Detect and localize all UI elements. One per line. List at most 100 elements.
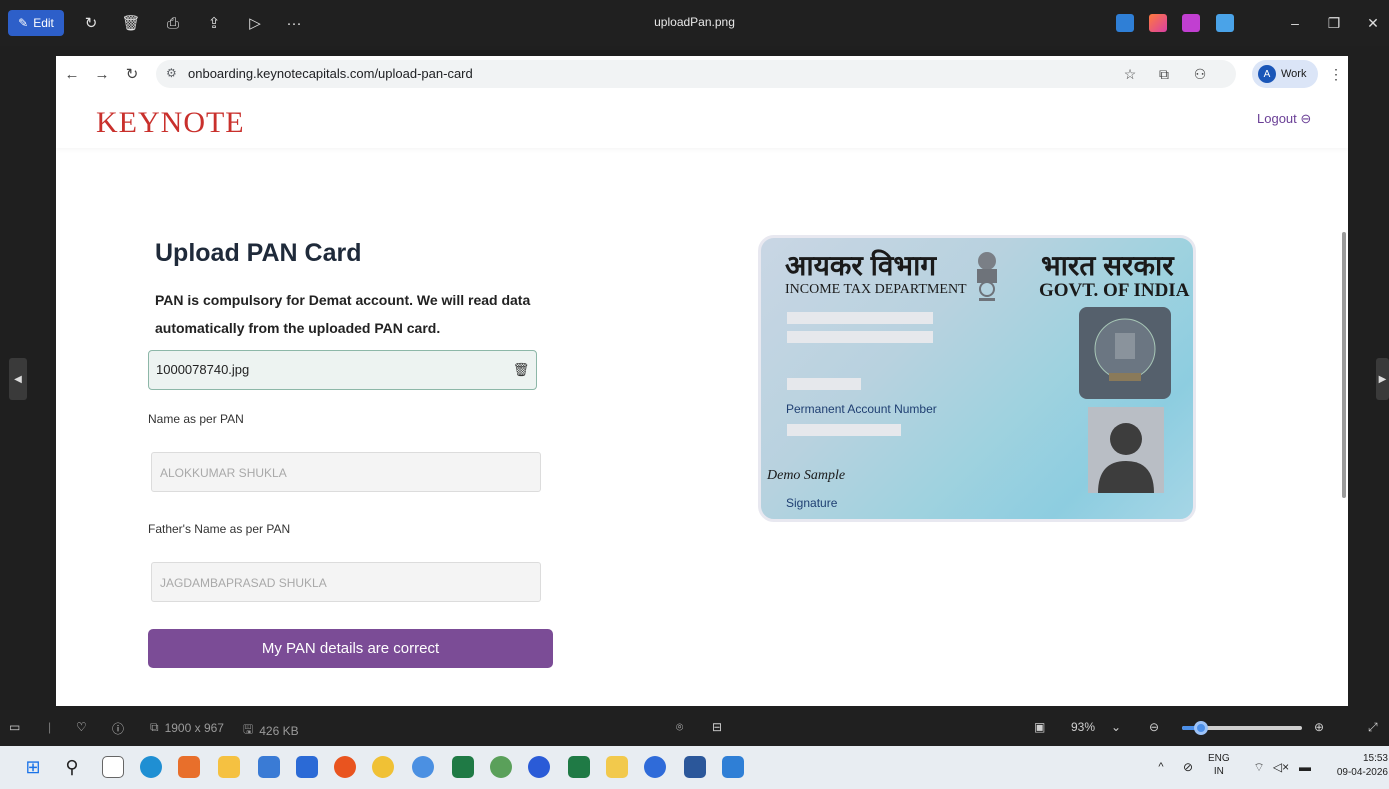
- zoom-dropdown[interactable]: 93% ⌄: [1071, 720, 1121, 734]
- store-icon[interactable]: [296, 756, 318, 778]
- photos-app-bar: ✎ Edit ↻ 🗑 ⎙ ⇪ ▷ ··· uploadPan.png – ❐ ✕: [0, 0, 1389, 46]
- excel-icon[interactable]: [452, 756, 474, 778]
- visual-search-icon[interactable]: ⌾: [676, 720, 683, 735]
- zoom-value: 93%: [1071, 720, 1096, 734]
- onedrive-icon[interactable]: [1216, 14, 1234, 32]
- app-icon-5[interactable]: [644, 756, 666, 778]
- app-icon-3[interactable]: [528, 756, 550, 778]
- site-info-icon[interactable]: ⚙: [166, 66, 177, 80]
- photos-taskbar-icon[interactable]: [722, 756, 744, 778]
- zoom-slider-thumb[interactable]: [1194, 721, 1209, 735]
- zoom-out-icon[interactable]: ⊖: [1149, 720, 1159, 734]
- clipchamp-icon[interactable]: [1182, 14, 1200, 32]
- firefox-icon[interactable]: [334, 756, 356, 778]
- page-title: Upload PAN Card: [155, 239, 362, 267]
- logout-link[interactable]: Logout ⊖: [1257, 111, 1311, 127]
- clock[interactable]: 15:53 09-04-2026: [1330, 752, 1388, 780]
- photo-placeholder: [1088, 407, 1164, 493]
- clock-date: 09-04-2026: [1336, 767, 1388, 778]
- rotate-icon[interactable]: ↻: [80, 12, 102, 34]
- confirm-pan-button[interactable]: My PAN details are correct: [148, 629, 553, 668]
- address-bar[interactable]: ⚙ onboarding.keynotecapitals.com/upload-…: [156, 60, 1236, 88]
- logout-label: Logout: [1257, 111, 1297, 126]
- info-icon[interactable]: ⓘ: [112, 720, 124, 737]
- hologram-emblem-icon: [1094, 318, 1156, 381]
- divider: |: [48, 720, 52, 734]
- battery-icon[interactable]: ▬: [1294, 756, 1316, 778]
- minimize-icon[interactable]: –: [1283, 12, 1307, 34]
- edit-button[interactable]: ✎ Edit: [8, 10, 64, 36]
- back-icon[interactable]: ←: [62, 64, 82, 84]
- image-dimensions: ⧉ 1900 x 967: [150, 720, 224, 735]
- pan-card-preview: आयकर विभाग INCOME TAX DEPARTMENT भारत सर…: [758, 235, 1196, 522]
- bookmark-star-icon[interactable]: ☆: [1120, 64, 1140, 84]
- site-header: KEYNOTE Logout ⊖: [56, 92, 1348, 148]
- file-size-icon: 🖫: [243, 722, 254, 736]
- extensions-icon[interactable]: ⧉: [1154, 64, 1174, 84]
- reload-icon[interactable]: ↻: [122, 64, 142, 84]
- windows-taskbar: ⊞ ⚲ ^ ⊘ ENG IN ⌔ ◁× ▬ 15:53 09-04-2026: [0, 746, 1389, 789]
- chevron-up-icon[interactable]: ^: [1150, 756, 1172, 778]
- next-image-icon[interactable]: ▶: [1376, 358, 1389, 400]
- slideshow-icon[interactable]: ▷: [244, 12, 266, 34]
- text-scan-icon[interactable]: ⊟: [712, 720, 722, 734]
- zoom-in-icon[interactable]: ⊕: [1314, 720, 1324, 734]
- copilot-icon[interactable]: [1149, 14, 1167, 32]
- signature-label: Signature: [786, 496, 838, 510]
- zoom-slider[interactable]: [1182, 721, 1302, 735]
- share-icon[interactable]: ⇪: [203, 12, 225, 34]
- print-icon[interactable]: ⎙: [162, 12, 184, 34]
- delete-file-icon[interactable]: 🗑: [512, 360, 530, 380]
- file-explorer-icon[interactable]: [218, 756, 240, 778]
- profile-button[interactable]: A Work: [1252, 60, 1318, 88]
- chrome-icon[interactable]: [372, 756, 394, 778]
- volume-icon[interactable]: ◁×: [1270, 756, 1292, 778]
- file-name: 1000078740.jpg: [156, 362, 250, 377]
- ashoka-emblem-icon: [977, 252, 997, 301]
- app-icon-1[interactable]: [258, 756, 280, 778]
- photos-app-icon[interactable]: [1116, 14, 1134, 32]
- language-code: ENG: [1208, 753, 1230, 764]
- user-silhouette-icon: [1098, 423, 1154, 493]
- bing-app-icon[interactable]: [102, 756, 124, 778]
- edit-icon: ✎: [18, 16, 29, 30]
- pan-number-label: Permanent Account Number: [786, 402, 937, 416]
- delete-icon[interactable]: 🗑: [120, 12, 142, 34]
- favorite-icon[interactable]: ♡: [76, 720, 87, 734]
- filmstrip-icon[interactable]: ▭: [9, 720, 20, 734]
- forward-icon[interactable]: →: [92, 64, 112, 84]
- incognito-icon[interactable]: ⚇: [1190, 64, 1210, 84]
- signature-sample: Demo Sample: [767, 468, 846, 483]
- location-icon[interactable]: ⊘: [1177, 756, 1199, 778]
- language-indicator[interactable]: ENG IN: [1208, 752, 1230, 778]
- father-name-field[interactable]: JAGDAMBAPRASAD SHUKLA: [151, 562, 541, 602]
- word-icon[interactable]: [684, 756, 706, 778]
- url-text: onboarding.keynotecapitals.com/upload-pa…: [188, 66, 473, 81]
- chrome-profile-icon[interactable]: [412, 756, 434, 778]
- wifi-icon[interactable]: ⌔: [1248, 756, 1270, 778]
- close-icon[interactable]: ✕: [1361, 12, 1385, 34]
- app-icon-4[interactable]: [606, 756, 628, 778]
- search-icon[interactable]: ⚲: [61, 756, 83, 778]
- father-name-value: JAGDAMBAPRASAD SHUKLA: [160, 576, 327, 590]
- page-scrollbar[interactable]: [1342, 232, 1346, 498]
- restore-icon[interactable]: ❐: [1322, 12, 1346, 34]
- widgets-icon[interactable]: [178, 756, 200, 778]
- previous-image-icon[interactable]: ◀: [9, 358, 27, 400]
- name-field[interactable]: ALOKKUMAR SHUKLA: [151, 452, 541, 492]
- uploaded-file: 1000078740.jpg 🗑: [148, 350, 537, 390]
- more-icon[interactable]: ···: [283, 12, 305, 34]
- fit-to-window-icon[interactable]: ▣: [1034, 720, 1045, 734]
- expand-icon[interactable]: ⤢: [1368, 720, 1378, 735]
- name-value: ALOKKUMAR SHUKLA: [160, 466, 287, 480]
- edge-icon[interactable]: [140, 756, 162, 778]
- redacted-pan-bar: [787, 424, 901, 436]
- menu-icon[interactable]: ⋮: [1326, 64, 1346, 84]
- start-icon[interactable]: ⊞: [22, 756, 44, 778]
- app-icon-2[interactable]: [490, 756, 512, 778]
- excel-icon-2[interactable]: [568, 756, 590, 778]
- site-logo[interactable]: KEYNOTE: [96, 106, 245, 140]
- page-description: PAN is compulsory for Demat account. We …: [155, 292, 531, 336]
- avatar: A: [1258, 65, 1276, 83]
- english-department: INCOME TAX DEPARTMENT: [785, 282, 967, 297]
